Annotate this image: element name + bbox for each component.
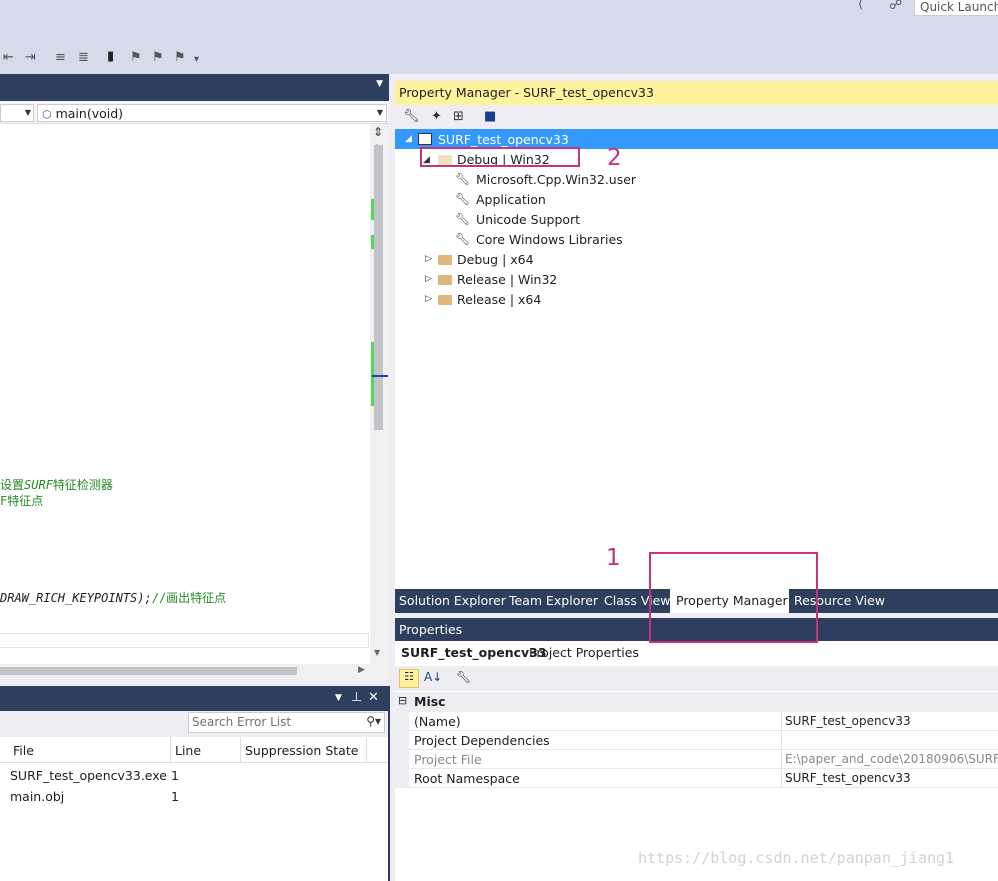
add-new-sheet-icon[interactable]: ✦ xyxy=(431,109,442,124)
annotation-label-1: 1 xyxy=(606,545,621,571)
tab-solution-explorer[interactable]: Solution Explorer xyxy=(399,593,506,608)
prev-bookmark-icon[interactable]: ⚑ xyxy=(130,50,142,65)
categorized-icon[interactable]: ☷ xyxy=(399,669,419,688)
folder-icon xyxy=(438,295,452,305)
member-dropdown[interactable]: ⬡ main(void) ▼ xyxy=(37,104,387,122)
error-list-body: SURF_test_opencv33.exe 1 main.obj 1 xyxy=(0,763,389,881)
chevron-down-icon[interactable]: ▼ xyxy=(335,693,342,703)
caret-marker xyxy=(372,375,388,377)
scrollbar-thumb[interactable] xyxy=(0,667,297,675)
outdent-icon[interactable]: ⇤ xyxy=(3,50,14,65)
wrench-icon: 🔧︎ xyxy=(455,172,471,186)
scroll-right-icon[interactable]: ▶ xyxy=(358,665,365,675)
feedback-icon[interactable]: ☍ xyxy=(889,0,902,13)
wrench-icon: 🔧︎ xyxy=(455,192,471,206)
annotation-label-2: 2 xyxy=(607,145,622,171)
object-name: SURF_test_opencv33 xyxy=(401,645,547,660)
tab-team-explorer[interactable]: Team Explorer xyxy=(509,593,598,608)
change-marker xyxy=(371,235,374,249)
annotation-box-1 xyxy=(649,552,818,643)
property-row[interactable]: Project File E:\paper_and_code\20180906\… xyxy=(395,750,998,769)
comment-icon[interactable]: ≡ xyxy=(55,50,66,65)
column-header-file[interactable]: File xyxy=(13,743,34,758)
properties-toolbar: A↓ 🔧︎ xyxy=(395,666,998,691)
expand-arrow-icon[interactable]: ▷ xyxy=(425,254,432,264)
toolbar-overflow-icon[interactable]: ▾ xyxy=(194,54,199,65)
table-row[interactable]: SURF_test_opencv33.exe 1 xyxy=(0,765,389,785)
wrench-icon: 🔧︎ xyxy=(455,232,471,246)
editor-tab-strip: ▼ xyxy=(0,74,389,101)
tree-item-config[interactable]: ▷ Debug | x64 xyxy=(395,250,998,270)
code-line: F特征点 xyxy=(0,494,44,508)
code-line: DRAW_RICH_KEYPOINTS);//画出特征点 xyxy=(0,591,227,605)
column-header-line[interactable]: Line xyxy=(175,743,201,758)
current-line-highlight xyxy=(0,633,369,648)
member-name: main(void) xyxy=(55,106,124,121)
pin-icon[interactable]: ⊥ xyxy=(351,690,362,705)
clear-bookmark-icon[interactable]: ⚑ xyxy=(174,50,186,65)
ide-toolbar-area: ⟨ ☍ Quick Launch ⇤ ⇥ ≡ ≣ ▮ ⚑ ⚑ ⚑ ▾ xyxy=(0,0,998,74)
tree-item-sheet[interactable]: 🔧︎ Application xyxy=(395,190,998,210)
property-manager-title: Property Manager - SURF_test_opencv33 xyxy=(395,81,998,105)
folder-icon xyxy=(438,255,452,265)
column-header-suppression[interactable]: Suppression State xyxy=(245,743,358,758)
expand-arrow-icon[interactable]: ▷ xyxy=(425,294,432,304)
change-marker xyxy=(371,199,374,220)
next-bookmark-icon[interactable]: ⚑ xyxy=(152,50,164,65)
code-line: 设置SURF特征检测器 xyxy=(0,478,113,492)
chevron-down-icon[interactable]: ▼ xyxy=(376,79,383,89)
property-row[interactable]: (Name) SURF_test_opencv33 xyxy=(395,712,998,731)
scrollbar-thumb[interactable] xyxy=(374,145,383,430)
expand-arrow-icon[interactable]: ▷ xyxy=(425,274,432,284)
close-icon[interactable]: ✕ xyxy=(368,690,379,705)
property-row[interactable]: Root Namespace SURF_test_opencv33 xyxy=(395,769,998,788)
wrench-icon: 🔧︎ xyxy=(455,212,471,226)
project-icon xyxy=(418,133,432,145)
property-pages-wrench-icon[interactable]: 🔧︎ xyxy=(456,670,471,684)
object-type: Project Properties xyxy=(529,645,639,660)
collapse-arrow-icon[interactable]: ◢ xyxy=(405,134,412,144)
column-divider[interactable] xyxy=(366,737,367,763)
tree-item-config[interactable]: ▷ Release | x64 xyxy=(395,290,998,310)
scope-dropdown[interactable]: ▼ xyxy=(0,104,34,122)
annotation-box-2 xyxy=(420,147,580,167)
column-divider[interactable] xyxy=(240,737,241,763)
add-existing-sheet-icon[interactable]: ⊞ xyxy=(453,109,464,124)
search-icon[interactable]: ⚲▾ xyxy=(366,714,381,728)
indent-icon[interactable]: ⇥ xyxy=(25,50,36,65)
sort-alpha-icon[interactable]: A↓ xyxy=(424,670,442,684)
property-row[interactable]: Project Dependencies xyxy=(395,731,998,750)
table-row[interactable]: main.obj 1 xyxy=(0,786,389,806)
save-icon[interactable]: ■ xyxy=(484,109,496,124)
error-search-input[interactable]: Search Error List ⚲▾ xyxy=(188,712,385,733)
error-list-header: File Line Suppression State xyxy=(0,737,389,763)
watermark: https://blog.csdn.net/panpan_jiang1 xyxy=(638,849,955,867)
tree-item-config[interactable]: ▷ Release | Win32 xyxy=(395,270,998,290)
tree-item-sheet[interactable]: 🔧︎ Core Windows Libraries xyxy=(395,230,998,250)
method-cube-icon: ⬡ xyxy=(42,108,52,121)
error-list-title-bar: ▼ ⊥ ✕ xyxy=(0,686,389,711)
property-manager-toolbar: 🔧︎ ✦ ⊞ ■ xyxy=(395,105,998,129)
properties-title: Properties xyxy=(399,622,463,637)
tree-item-sheet[interactable]: 🔧︎ Unicode Support xyxy=(395,210,998,230)
navigation-bar: ▼ ⬡ main(void) ▼ xyxy=(0,102,389,124)
pane-border xyxy=(388,686,390,881)
uncomment-icon[interactable]: ≣ xyxy=(78,50,89,65)
code-editor[interactable]: 设置SURF特征检测器 F特征点 DRAW_RICH_KEYPOINTS);//… xyxy=(0,124,370,664)
chevron-down-icon: ▼ xyxy=(376,108,383,117)
bookmark-icon[interactable]: ▮ xyxy=(107,49,114,64)
column-divider[interactable] xyxy=(170,737,171,763)
properties-object-selector[interactable]: SURF_test_opencv33 Project Properties xyxy=(395,641,998,666)
collapse-box-icon[interactable]: ⊟ xyxy=(398,694,407,707)
folder-icon xyxy=(438,275,452,285)
property-category[interactable]: ⊟ Misc xyxy=(395,692,998,712)
tree-item-sheet[interactable]: 🔧︎ Microsoft.Cpp.Win32.user xyxy=(395,170,998,190)
tree-item-project[interactable]: ◢ SURF_test_opencv33 xyxy=(395,129,998,149)
quick-launch-input[interactable]: Quick Launch xyxy=(914,0,998,16)
wrench-icon[interactable]: 🔧︎ xyxy=(403,109,420,124)
split-icon[interactable]: ⇕ xyxy=(373,125,383,139)
change-marker xyxy=(371,342,374,406)
scroll-down-icon[interactable]: ▼ xyxy=(374,648,380,657)
filter-icon[interactable]: ⟨ xyxy=(858,0,863,12)
